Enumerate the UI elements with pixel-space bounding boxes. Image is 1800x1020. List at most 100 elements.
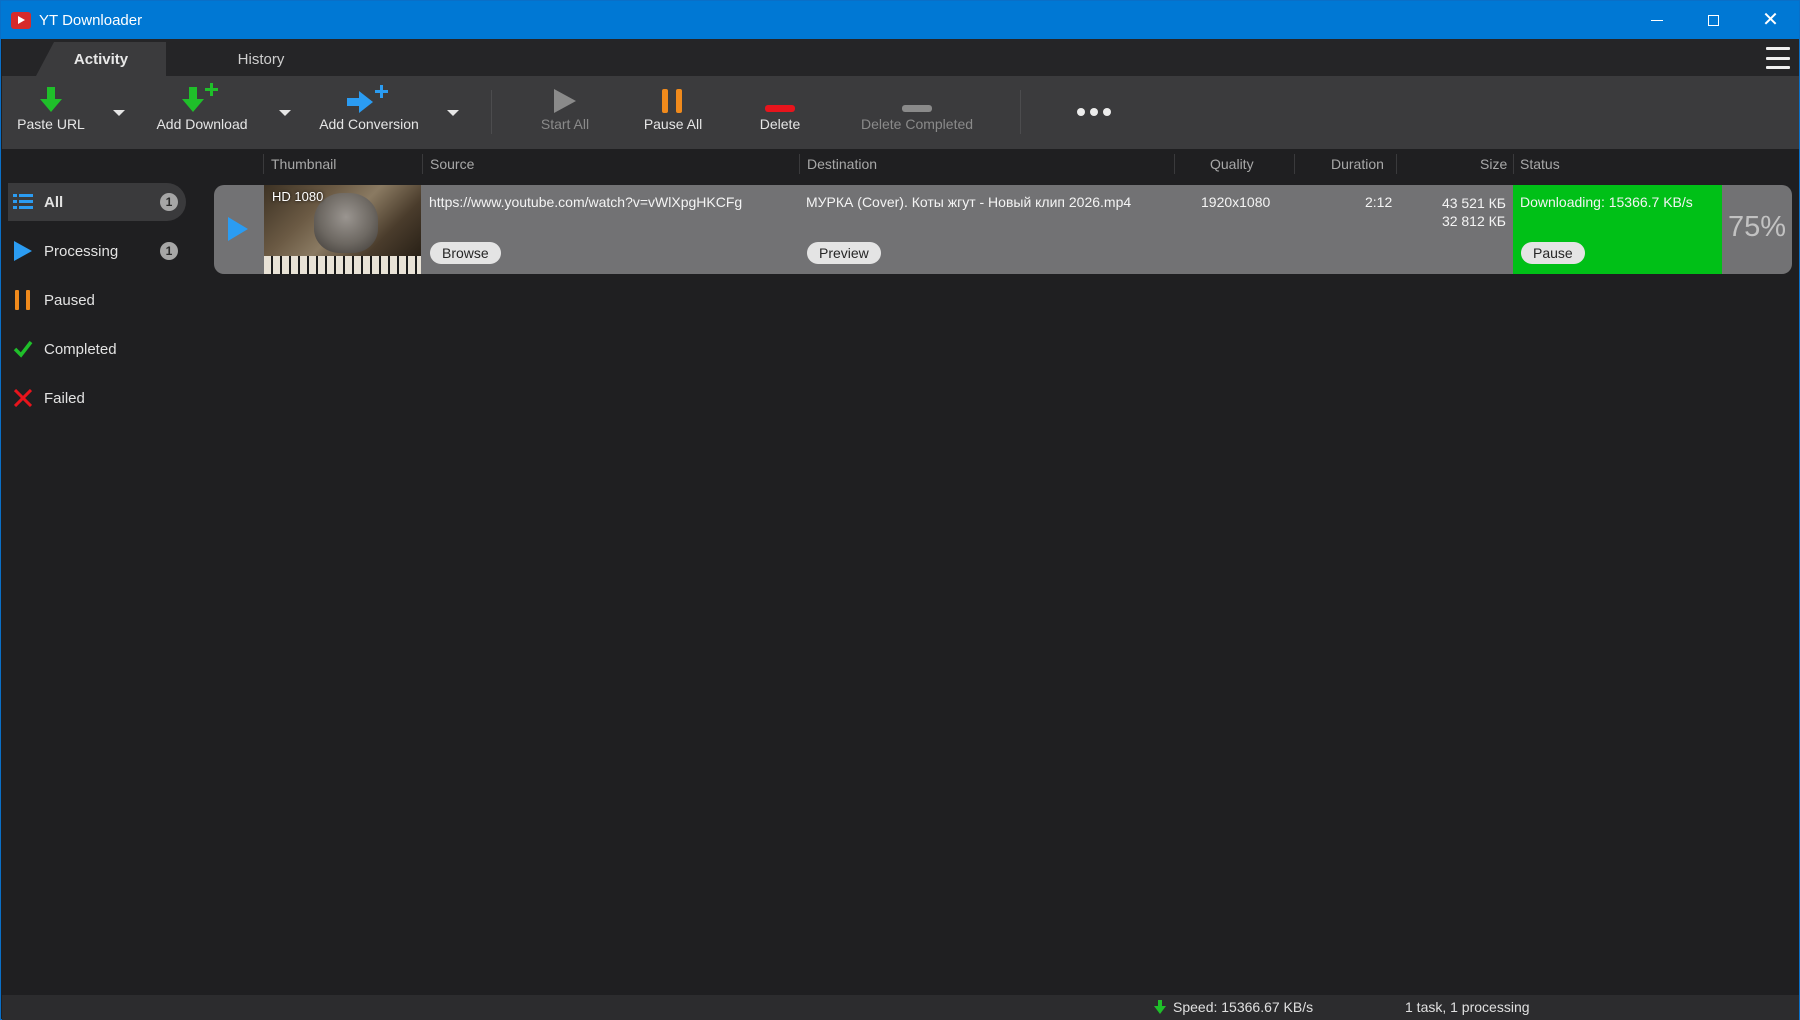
minimize-button[interactable] bbox=[1628, 1, 1685, 39]
column-separator bbox=[1513, 154, 1514, 174]
duration-value: 2:12 bbox=[1365, 194, 1393, 210]
task-summary: 1 task, 1 processing bbox=[1405, 999, 1530, 1015]
browse-button[interactable]: Browse bbox=[430, 242, 501, 264]
column-separator bbox=[1174, 154, 1175, 174]
column-separator bbox=[422, 154, 423, 174]
size-cell: 43 521 КБ 32 812 КБ bbox=[1404, 185, 1506, 274]
app-logo-icon bbox=[11, 11, 31, 29]
tab-activity[interactable]: Activity bbox=[36, 42, 166, 76]
close-button[interactable]: ✕ bbox=[1742, 1, 1799, 39]
pause-all-label: Pause All bbox=[643, 116, 703, 132]
paste-url-label: Paste URL bbox=[17, 116, 85, 132]
sidebar-item-all[interactable]: All 1 bbox=[8, 183, 186, 221]
speed-indicator: Speed: 15366.67 KB/s bbox=[1154, 999, 1313, 1015]
column-separator bbox=[263, 154, 264, 174]
download-arrow-icon bbox=[40, 76, 62, 116]
sidebar-item-processing[interactable]: Processing 1 bbox=[8, 232, 186, 270]
delete-button[interactable]: Delete bbox=[744, 76, 816, 149]
column-separator bbox=[1396, 154, 1397, 174]
count-badge: 1 bbox=[160, 242, 178, 260]
minimize-icon bbox=[1650, 19, 1663, 21]
add-download-label: Add Download bbox=[156, 116, 248, 132]
quality-badge: HD 1080 bbox=[272, 189, 324, 204]
column-header-thumbnail[interactable]: Thumbnail bbox=[271, 149, 336, 179]
column-header-status[interactable]: Status bbox=[1520, 149, 1560, 179]
sidebar-item-label: Completed bbox=[44, 340, 117, 358]
toolbar-separator bbox=[491, 90, 492, 134]
size-values: 43 521 КБ 32 812 КБ bbox=[1442, 194, 1506, 230]
piano-keys-image bbox=[264, 256, 421, 274]
pause-button[interactable]: Pause bbox=[1521, 242, 1585, 264]
delete-completed-button[interactable]: Delete Completed bbox=[850, 76, 984, 149]
sidebar-item-failed[interactable]: Failed bbox=[8, 379, 186, 417]
sidebar-item-completed[interactable]: Completed bbox=[8, 330, 186, 368]
size-downloaded: 32 812 КБ bbox=[1441, 213, 1506, 229]
status-text: Downloading: 15366.7 KB/s bbox=[1520, 194, 1693, 210]
add-conversion-button[interactable]: Add Conversion bbox=[314, 76, 424, 149]
sidebar-item-label: Processing bbox=[44, 242, 119, 260]
x-icon bbox=[13, 388, 33, 408]
start-icon bbox=[554, 76, 576, 116]
pause-icon bbox=[13, 290, 33, 310]
column-header-source[interactable]: Source bbox=[430, 149, 474, 179]
tab-history[interactable]: History bbox=[196, 42, 326, 76]
pause-all-button[interactable]: Pause All bbox=[635, 76, 711, 149]
app-window: YT Downloader ✕ Activity History Paste U… bbox=[0, 0, 1800, 1020]
tab-bar: Activity History bbox=[2, 39, 1799, 76]
more-options-icon[interactable] bbox=[1077, 108, 1111, 116]
minus-icon bbox=[902, 76, 932, 116]
source-url: https://www.youtube.com/watch?v=vWlXpgHK… bbox=[429, 194, 743, 210]
cat-image bbox=[314, 193, 378, 253]
download-arrow-icon bbox=[1154, 1000, 1166, 1014]
video-thumbnail: HD 1080 bbox=[264, 185, 421, 274]
menu-icon[interactable] bbox=[1766, 47, 1790, 69]
pause-icon bbox=[662, 76, 684, 116]
start-all-button[interactable]: Start All bbox=[528, 76, 602, 149]
add-conversion-dropdown-icon[interactable] bbox=[447, 110, 459, 116]
column-headers: Thumbnail Source Destination Quality Dur… bbox=[190, 149, 1799, 179]
paste-url-button[interactable]: Paste URL bbox=[14, 76, 88, 149]
sidebar-item-label: Paused bbox=[44, 291, 95, 309]
status-bar: Speed: 15366.67 KB/s 1 task, 1 processin… bbox=[2, 995, 1799, 1020]
start-all-label: Start All bbox=[540, 116, 590, 132]
toolbar-separator bbox=[1020, 90, 1021, 134]
table-row[interactable]: HD 1080 https://www.youtube.com/watch?v=… bbox=[214, 185, 1792, 274]
progress-percent: 75% bbox=[1727, 211, 1787, 243]
maximize-icon bbox=[1708, 14, 1719, 26]
quality-value: 1920x1080 bbox=[1201, 194, 1271, 210]
toolbar: Paste URL Add Download Add Conversion St… bbox=[2, 76, 1799, 149]
add-conversion-label: Add Conversion bbox=[319, 116, 419, 132]
destination-file: МУРКА (Cover). Коты жгут - Новый клип 20… bbox=[806, 194, 1132, 210]
add-download-button[interactable]: Add Download bbox=[150, 76, 254, 149]
delete-label: Delete bbox=[759, 116, 801, 132]
sidebar: All 1 Processing 1 Paused Completed Fail… bbox=[2, 149, 190, 995]
delete-completed-label: Delete Completed bbox=[860, 116, 974, 132]
sidebar-item-paused[interactable]: Paused bbox=[8, 281, 186, 319]
sidebar-item-label: All bbox=[44, 193, 64, 211]
maximize-button[interactable] bbox=[1685, 1, 1742, 39]
column-header-destination[interactable]: Destination bbox=[807, 149, 877, 179]
play-icon bbox=[13, 241, 33, 261]
close-icon: ✕ bbox=[1762, 9, 1779, 31]
window-title: YT Downloader bbox=[39, 11, 143, 29]
column-header-quality[interactable]: Quality bbox=[1210, 149, 1254, 179]
column-separator bbox=[1294, 154, 1295, 174]
column-separator bbox=[799, 154, 800, 174]
count-badge: 1 bbox=[160, 193, 178, 211]
status-cell: Downloading: 15366.7 KB/s Pause bbox=[1513, 185, 1722, 274]
preview-button[interactable]: Preview bbox=[807, 242, 881, 264]
add-download-dropdown-icon[interactable] bbox=[279, 110, 291, 116]
column-header-duration[interactable]: Duration bbox=[1331, 149, 1384, 179]
window-controls: ✕ bbox=[1628, 1, 1799, 39]
check-icon bbox=[13, 339, 33, 359]
add-conversion-icon bbox=[347, 76, 391, 116]
paste-url-dropdown-icon[interactable] bbox=[113, 110, 125, 116]
add-download-icon bbox=[182, 76, 222, 116]
size-total: 43 521 КБ bbox=[1441, 195, 1506, 211]
column-header-size[interactable]: Size bbox=[1480, 149, 1507, 179]
speed-text: Speed: 15366.67 KB/s bbox=[1173, 999, 1314, 1015]
list-icon bbox=[13, 192, 33, 212]
sidebar-item-label: Failed bbox=[44, 389, 85, 407]
title-bar[interactable]: YT Downloader ✕ bbox=[1, 1, 1799, 39]
play-icon[interactable] bbox=[228, 217, 248, 241]
